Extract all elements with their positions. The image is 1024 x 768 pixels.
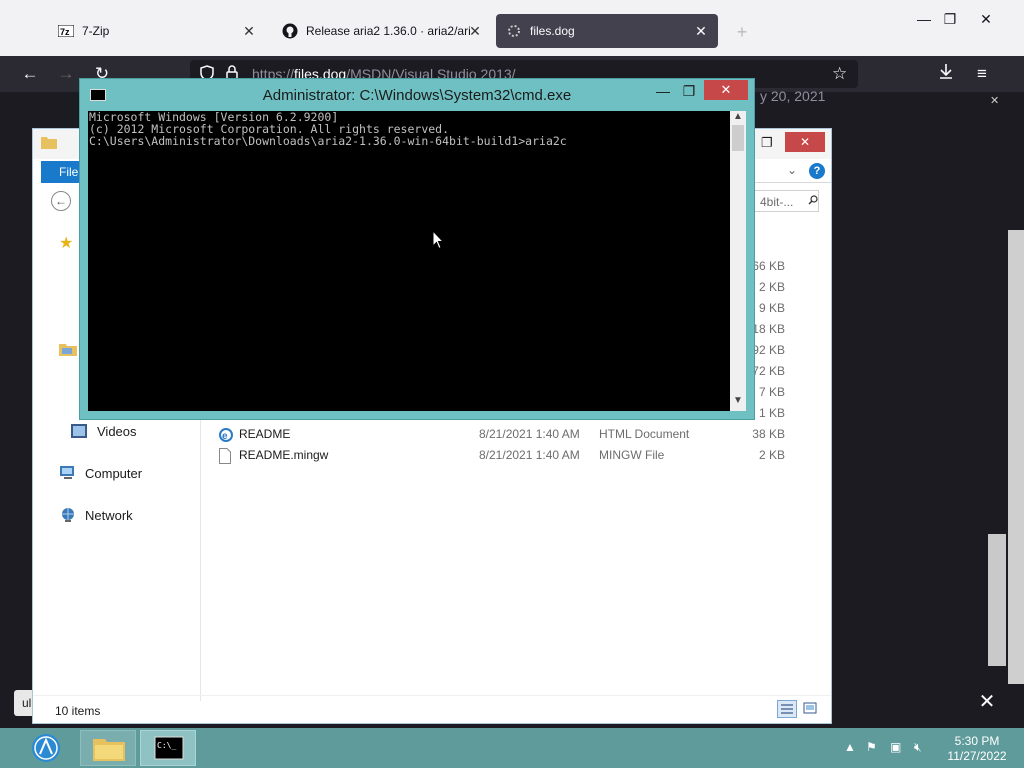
cmd-taskbar-icon[interactable]: C:\_ bbox=[140, 730, 196, 766]
clock-date: 11/27/2022 bbox=[947, 749, 1007, 763]
table-row[interactable]: README.mingw 8/21/2021 1:40 AM MINGW Fil… bbox=[211, 445, 811, 466]
7zip-icon: 7z bbox=[58, 23, 74, 39]
close-window-icon[interactable]: ✕ bbox=[974, 10, 998, 28]
chevron-up-icon[interactable]: ▲ bbox=[733, 111, 743, 122]
minimize-icon[interactable]: — bbox=[650, 83, 676, 101]
minimize-icon[interactable]: — bbox=[912, 10, 936, 28]
chevron-up-icon[interactable]: ▲ bbox=[844, 740, 856, 754]
system-tray: ▲ ⚑ ▣ 🔇︎ bbox=[844, 740, 944, 758]
nav-item-network[interactable]: Network bbox=[59, 505, 133, 525]
file-name: README.mingw bbox=[239, 448, 329, 462]
maximize-icon[interactable]: ❐ bbox=[761, 135, 773, 151]
scrollbar-thumb[interactable] bbox=[732, 125, 744, 151]
maximize-icon[interactable]: ❐ bbox=[938, 10, 962, 28]
file-type: HTML Document bbox=[599, 427, 690, 441]
folder-icon bbox=[41, 135, 57, 152]
clock-time: 5:30 PM bbox=[954, 734, 1000, 748]
downloads-icon[interactable] bbox=[934, 62, 958, 86]
new-tab-button[interactable]: + bbox=[732, 22, 752, 42]
close-icon[interactable]: ✕ bbox=[990, 94, 999, 107]
items-count: 10 items bbox=[55, 704, 101, 718]
tab-7zip[interactable]: 7z 7-Zip ✕ bbox=[48, 14, 266, 48]
close-tab-icon[interactable]: ✕ bbox=[240, 22, 258, 40]
background-date-text: y 20, 2021 bbox=[760, 88, 826, 104]
close-tab-icon[interactable]: ✕ bbox=[692, 22, 710, 40]
flag-icon[interactable]: ⚑ bbox=[866, 740, 877, 754]
status-bar: 10 items bbox=[33, 695, 831, 723]
github-icon bbox=[282, 23, 298, 39]
file-explorer-taskbar-icon[interactable] bbox=[80, 730, 136, 766]
file-name: README bbox=[239, 427, 291, 441]
file-date: 8/21/2021 1:40 AM bbox=[479, 448, 580, 462]
cmd-window: Administrator: C:\Windows\System32\cmd.e… bbox=[79, 78, 755, 420]
file-size: 2 KB bbox=[758, 448, 785, 462]
computer-icon bbox=[59, 465, 77, 481]
console-line: C:\Users\Administrator\Downloads\aria2-1… bbox=[89, 134, 567, 148]
close-tab-icon[interactable]: ✕ bbox=[466, 22, 484, 40]
tab-label: 7-Zip bbox=[82, 24, 110, 38]
close-icon[interactable]: ✕ bbox=[976, 691, 998, 713]
svg-text:e: e bbox=[222, 431, 228, 442]
svg-text:7z: 7z bbox=[60, 27, 70, 37]
bookmark-star-icon[interactable]: ☆ bbox=[832, 64, 847, 84]
back-icon[interactable]: ← bbox=[18, 62, 42, 86]
close-window-icon[interactable]: ✕ bbox=[704, 80, 748, 100]
volume-muted-icon[interactable]: 🔇︎ bbox=[914, 740, 922, 755]
table-row[interactable]: e README 8/21/2021 1:40 AM HTML Document… bbox=[211, 424, 811, 445]
favorites-icon[interactable]: ★ bbox=[59, 233, 73, 253]
chevron-down-icon[interactable]: ▼ bbox=[733, 395, 743, 406]
files-dog-icon bbox=[506, 23, 522, 39]
back-icon[interactable]: ← bbox=[51, 191, 71, 211]
clock[interactable]: 5:30 PM 11/27/2022 bbox=[938, 734, 1016, 764]
aria-app-icon[interactable] bbox=[20, 730, 76, 766]
details-view-icon[interactable] bbox=[777, 700, 797, 718]
nav-label: Computer bbox=[85, 465, 143, 481]
network-icon[interactable]: ▣ bbox=[890, 740, 901, 754]
search-icon bbox=[808, 194, 818, 208]
nav-label: Videos bbox=[97, 423, 137, 439]
file-icon bbox=[219, 448, 233, 464]
large-icons-view-icon[interactable] bbox=[801, 700, 821, 718]
tab-bar: 7z 7-Zip ✕ Release aria2 1.36.0 · aria2/… bbox=[0, 0, 1024, 56]
file-type: MINGW File bbox=[599, 448, 665, 462]
tab-label: Release aria2 1.36.0 · aria2/aria2 bbox=[306, 24, 470, 38]
file-size: 38 KB bbox=[752, 427, 785, 441]
close-window-icon[interactable]: ✕ bbox=[785, 132, 825, 152]
menu-icon[interactable]: ≡ bbox=[970, 62, 994, 86]
console-scrollbar[interactable]: ▲ ▼ bbox=[730, 111, 746, 411]
nav-label: Network bbox=[85, 507, 133, 523]
help-icon[interactable]: ? bbox=[809, 163, 825, 179]
chevron-down-icon[interactable]: ⌄ bbox=[787, 163, 797, 177]
search-input[interactable]: 4bit-... bbox=[753, 190, 819, 212]
tab-label: files.dog bbox=[530, 24, 575, 38]
svg-text:C:\_: C:\_ bbox=[157, 741, 176, 750]
tab-github-release[interactable]: Release aria2 1.36.0 · aria2/aria2 ✕ bbox=[272, 14, 492, 48]
console-output[interactable]: Microsoft Windows [Version 6.2.9200] (c)… bbox=[88, 111, 730, 411]
libraries-icon[interactable] bbox=[59, 339, 77, 359]
html-document-icon: e bbox=[219, 427, 233, 443]
network-icon bbox=[59, 507, 77, 523]
taskbar: C:\_ ▲ ⚑ ▣ 🔇︎ 5:30 PM 11/27/2022 bbox=[0, 728, 1024, 768]
nav-item-computer[interactable]: Computer bbox=[59, 463, 142, 483]
forward-icon[interactable]: → bbox=[54, 62, 78, 86]
cmd-titlebar[interactable]: Administrator: C:\Windows\System32\cmd.e… bbox=[80, 79, 754, 109]
desktop-edge bbox=[1008, 230, 1024, 730]
maximize-icon[interactable]: ❐ bbox=[676, 83, 702, 101]
mouse-cursor-icon bbox=[432, 229, 445, 253]
file-date: 8/21/2021 1:40 AM bbox=[479, 427, 580, 441]
page-scrollbar[interactable] bbox=[988, 534, 1006, 666]
videos-icon bbox=[71, 423, 89, 439]
tab-files-dog[interactable]: files.dog ✕ bbox=[496, 14, 718, 48]
nav-item-videos[interactable]: Videos bbox=[71, 421, 137, 441]
